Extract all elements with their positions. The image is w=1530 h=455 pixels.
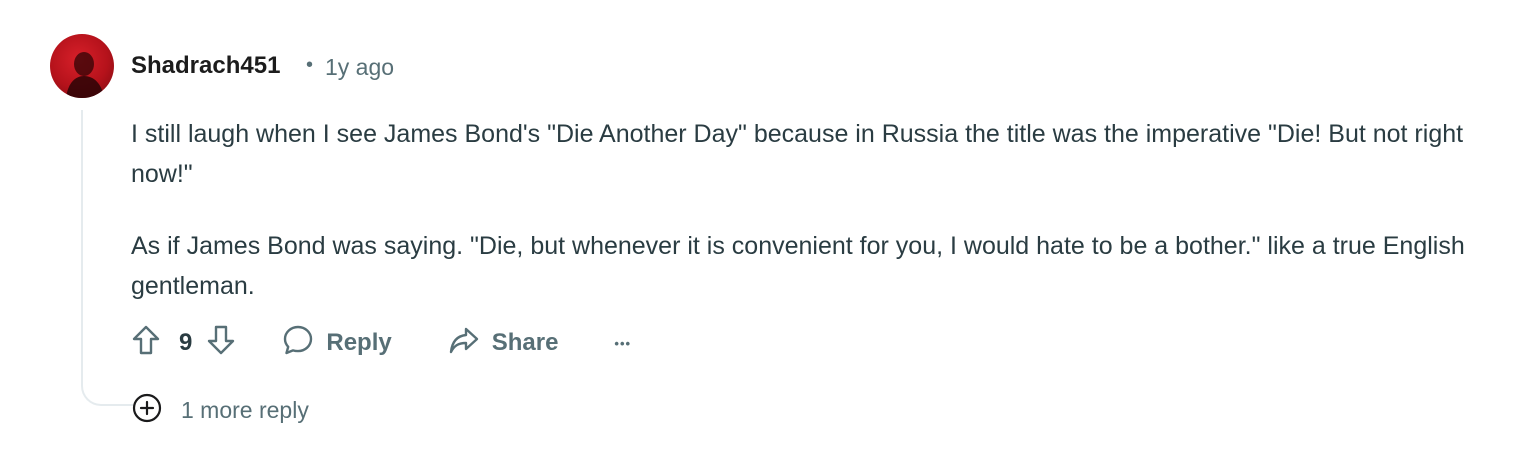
comment-actions: 9 Reply Share ••• bbox=[131, 323, 631, 363]
meta-separator: • bbox=[306, 54, 314, 76]
plus-circle-icon bbox=[131, 392, 163, 429]
reply-label: Reply bbox=[326, 329, 392, 356]
more-options-label: ••• bbox=[614, 335, 632, 351]
upvote-icon[interactable] bbox=[131, 324, 161, 363]
person-silhouette-icon bbox=[66, 52, 104, 98]
comment-body: I still laugh when I see James Bond's "D… bbox=[131, 114, 1511, 338]
author-username[interactable]: Shadrach451 bbox=[131, 52, 280, 80]
avatar[interactable] bbox=[50, 34, 114, 98]
share-label: Share bbox=[491, 329, 559, 356]
thread-line[interactable] bbox=[81, 110, 133, 406]
comment-bubble-icon bbox=[282, 324, 314, 363]
more-options-button[interactable]: ••• bbox=[614, 336, 631, 351]
reply-button[interactable]: Reply bbox=[282, 324, 392, 363]
more-replies-button[interactable]: 1 more reply bbox=[131, 392, 309, 429]
comment-paragraph: As if James Bond was saying. "Die, but w… bbox=[131, 232, 1465, 300]
vote-score: 9 bbox=[179, 329, 193, 356]
share-button[interactable]: Share bbox=[448, 324, 559, 363]
comment-timestamp[interactable]: 1y ago bbox=[325, 54, 394, 81]
downvote-icon[interactable] bbox=[206, 324, 236, 363]
share-arrow-icon bbox=[448, 324, 480, 363]
more-replies-label: 1 more reply bbox=[181, 397, 309, 423]
comment-paragraph: I still laugh when I see James Bond's "D… bbox=[131, 120, 1464, 188]
